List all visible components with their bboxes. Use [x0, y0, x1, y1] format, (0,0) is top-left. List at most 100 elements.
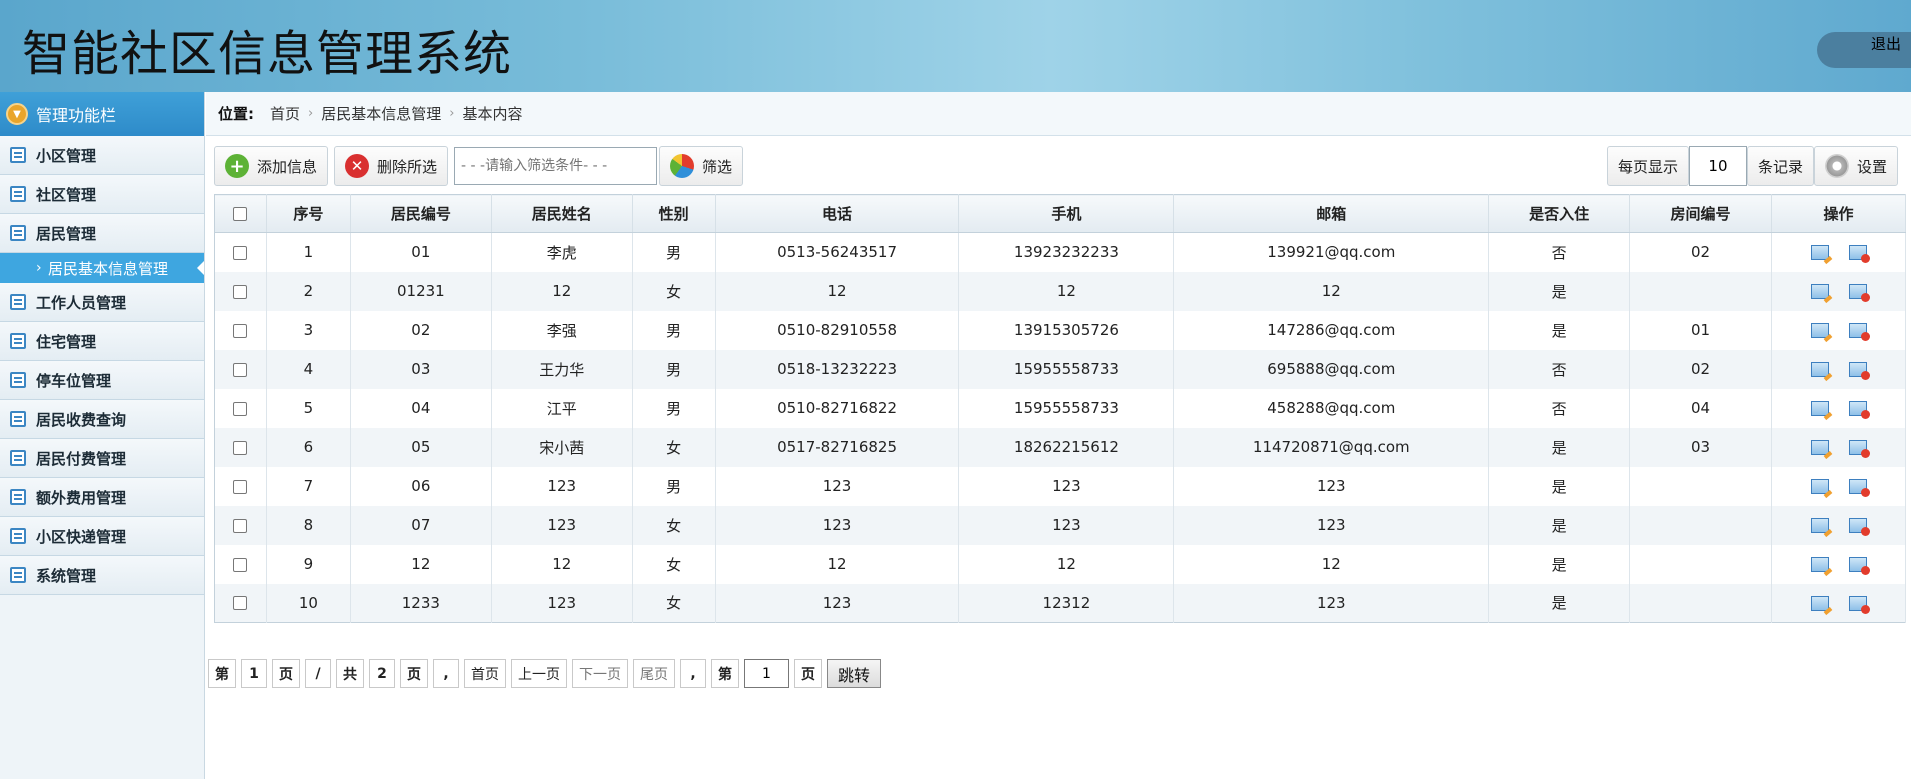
- row-select-cell: [214, 427, 267, 467]
- row-checkbox[interactable]: [233, 479, 248, 494]
- table-header-row: 序号 居民编号 居民姓名 性别 电话 手机 邮箱 是否入住 房间编号 操作: [214, 194, 1906, 233]
- table-row[interactable]: 10 1233 123 女 123 12312 123 是: [214, 583, 1906, 623]
- table-cell: [1629, 466, 1772, 506]
- table-cell: 695888@qq.com: [1173, 349, 1490, 389]
- delete-icon[interactable]: [1848, 557, 1870, 575]
- sidebar-subitem-resident-info[interactable]: 居民基本信息管理: [0, 253, 204, 283]
- sidebar-item-extra-fees[interactable]: 额外费用管理: [0, 478, 204, 517]
- table-cell: 12: [491, 544, 633, 584]
- column-header[interactable]: 是否入住: [1488, 194, 1631, 233]
- delete-icon[interactable]: [1848, 362, 1870, 380]
- sidebar: ▼ 管理功能栏 小区管理 社区管理 居民管理 居民基本信息管理 工作人员管理 住…: [0, 92, 205, 779]
- logout-button[interactable]: 退出: [1817, 32, 1911, 68]
- column-header[interactable]: 电话: [715, 194, 960, 233]
- delete-icon[interactable]: [1848, 518, 1870, 536]
- row-checkbox[interactable]: [233, 518, 248, 533]
- edit-icon[interactable]: [1810, 595, 1829, 611]
- row-actions: [1771, 271, 1906, 311]
- row-checkbox[interactable]: [233, 323, 248, 338]
- column-header[interactable]: 邮箱: [1173, 194, 1490, 233]
- row-checkbox[interactable]: [233, 596, 248, 611]
- breadcrumb-section[interactable]: 居民基本信息管理: [321, 103, 441, 124]
- column-header[interactable]: 序号: [266, 194, 351, 233]
- column-header[interactable]: 手机: [958, 194, 1175, 233]
- delete-icon[interactable]: [1848, 401, 1870, 419]
- table-row[interactable]: 2 01231 12 女 12 12 12 是: [214, 271, 1906, 311]
- table-row[interactable]: 7 06 123 男 123 123 123 是: [214, 466, 1906, 506]
- row-checkbox[interactable]: [233, 245, 248, 260]
- table-cell: 04: [1629, 388, 1772, 428]
- calendar-icon: [10, 411, 26, 427]
- table-cell: 13915305726: [958, 310, 1175, 350]
- sidebar-item-delivery[interactable]: 小区快递管理: [0, 517, 204, 556]
- next-page-button[interactable]: 下一页: [572, 659, 628, 688]
- delete-icon[interactable]: [1848, 440, 1870, 458]
- table-cell: 139921@qq.com: [1173, 232, 1490, 272]
- delete-icon[interactable]: [1848, 284, 1870, 302]
- table-row[interactable]: 5 04 江平男 0510-82716822 15955558733 458288@qq.…: [214, 388, 1906, 428]
- jump-button[interactable]: 跳转: [827, 659, 882, 688]
- table-row[interactable]: 9 12 12 女 12 12 12 是: [214, 544, 1906, 584]
- table-row[interactable]: 4 03 王力华男 0518-13232223 15955558733 695888@qq…: [214, 349, 1906, 389]
- sidebar-item-housing[interactable]: 住宅管理: [0, 322, 204, 361]
- sidebar-item-system[interactable]: 系统管理: [0, 556, 204, 595]
- table-cell: 13923232233: [958, 232, 1175, 272]
- delete-icon[interactable]: [1848, 595, 1870, 614]
- edit-icon[interactable]: [1810, 440, 1829, 455]
- row-actions: [1771, 427, 1906, 467]
- breadcrumb-label: 位置:: [218, 105, 254, 123]
- delete-selected-button[interactable]: ✕ 删除所选: [334, 146, 449, 186]
- column-header[interactable]: 房间编号: [1629, 194, 1772, 233]
- edit-icon[interactable]: [1810, 479, 1829, 494]
- sidebar-item-district[interactable]: 社区管理: [0, 175, 204, 214]
- select-all-checkbox[interactable]: [233, 207, 248, 221]
- sidebar-header[interactable]: ▼ 管理功能栏: [0, 92, 204, 136]
- table-cell: 0510-82910558: [715, 310, 960, 350]
- breadcrumb-home[interactable]: 首页: [270, 103, 300, 124]
- table-cell: 12: [958, 544, 1175, 584]
- column-header[interactable]: 居民姓名: [491, 194, 633, 233]
- table-row[interactable]: 8 07 123 女 123 123 123 是: [214, 505, 1906, 545]
- edit-icon[interactable]: [1810, 362, 1829, 377]
- breadcrumb: 位置: 首页 › 居民基本信息管理 › 基本内容: [206, 92, 1911, 136]
- calendar-icon: [10, 489, 26, 505]
- edit-icon[interactable]: [1810, 284, 1829, 299]
- sidebar-item-label: 停车位管理: [36, 371, 112, 390]
- delete-icon[interactable]: [1848, 323, 1870, 341]
- row-checkbox[interactable]: [233, 557, 248, 572]
- first-page-button[interactable]: 首页: [464, 659, 506, 688]
- edit-icon[interactable]: [1810, 557, 1829, 572]
- column-header[interactable]: 居民编号: [350, 194, 492, 233]
- row-checkbox[interactable]: [233, 362, 248, 377]
- prev-page-button[interactable]: 上一页: [511, 659, 567, 688]
- edit-icon[interactable]: [1810, 518, 1829, 533]
- per-page-input[interactable]: [1688, 146, 1747, 186]
- sidebar-item-community[interactable]: 小区管理: [0, 136, 204, 175]
- sidebar-item-fee-query[interactable]: 居民收费查询: [0, 400, 204, 439]
- table-row[interactable]: 1 01 李虎男 0513-56243517 13923232233 139921@qq.…: [214, 232, 1906, 272]
- row-checkbox[interactable]: [233, 401, 248, 416]
- filter-input[interactable]: [454, 147, 658, 185]
- delete-icon[interactable]: [1848, 245, 1870, 264]
- sidebar-item-staff[interactable]: 工作人员管理: [0, 283, 204, 322]
- sidebar-item-label: 小区管理: [36, 146, 97, 165]
- goto-page-input[interactable]: [744, 659, 789, 688]
- edit-icon[interactable]: [1810, 323, 1829, 338]
- column-header[interactable]: 性别: [632, 194, 716, 233]
- sidebar-item-residents[interactable]: 居民管理: [0, 214, 204, 253]
- table-row[interactable]: 3 02 李强男 0510-82910558 13915305726 147286@qq.…: [214, 310, 1906, 350]
- row-checkbox[interactable]: [233, 440, 248, 455]
- add-info-button[interactable]: + 添加信息: [214, 146, 329, 186]
- table-cell: [1629, 271, 1772, 311]
- edit-icon[interactable]: [1810, 245, 1829, 261]
- row-checkbox[interactable]: [233, 284, 248, 299]
- last-page-button[interactable]: 尾页: [633, 659, 675, 688]
- filter-button[interactable]: 筛选: [659, 146, 744, 186]
- sidebar-item-parking[interactable]: 停车位管理: [0, 361, 204, 400]
- delete-icon[interactable]: [1848, 479, 1870, 497]
- table-row[interactable]: 6 05 宋小茜女 0517-82716825 18262215612 114720871…: [214, 427, 1906, 467]
- row-actions: [1771, 310, 1906, 350]
- edit-icon[interactable]: [1810, 401, 1829, 416]
- settings-button[interactable]: 设置: [1813, 146, 1898, 186]
- sidebar-item-payment[interactable]: 居民付费管理: [0, 439, 204, 478]
